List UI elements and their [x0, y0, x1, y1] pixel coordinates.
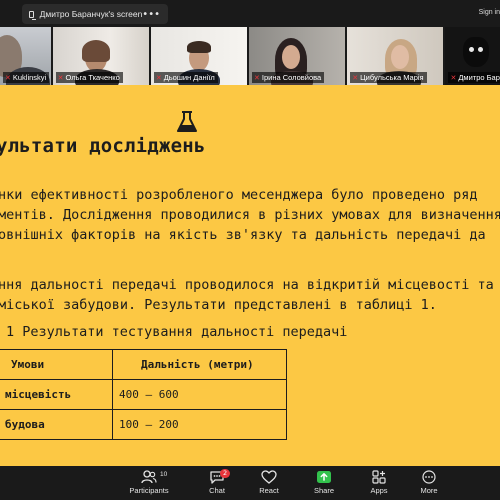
mic-muted-icon: ✕: [5, 74, 11, 82]
participants-icon: [141, 470, 157, 484]
participant-name-tag: ✕ Ірина Соловйова: [252, 72, 325, 83]
mic-muted-icon: ✕: [254, 74, 260, 82]
video-tile[interactable]: ✕ Дьошин Даніїл: [150, 27, 248, 85]
react-label: React: [259, 486, 279, 495]
video-tile[interactable]: ✕ Ольга Ткаченко: [52, 27, 149, 85]
participant-name-tag: ✕ Дьошин Даніїл: [153, 72, 218, 83]
table-row: місцевість 400 – 600: [0, 379, 287, 410]
shared-screen-slide: ультати досліджень нки ефективності розр…: [0, 85, 500, 466]
table-cell: будова: [0, 409, 113, 440]
results-table: Умови Дальність (метри) місцевість 400 –…: [0, 349, 287, 440]
apps-label: Apps: [370, 486, 388, 495]
video-tile[interactable]: ✕ Kuklinskyi: [0, 27, 51, 85]
chat-button[interactable]: 2 Chat: [187, 466, 247, 500]
table-row: будова 100 – 200: [0, 409, 287, 440]
mic-muted-icon: ✕: [352, 74, 359, 82]
sign-in-link[interactable]: Sign in: [479, 9, 500, 16]
mic-muted-icon: ✕: [450, 74, 457, 82]
share-screen-icon: [317, 471, 331, 483]
paragraph-line: ння дальності передачі проводилося на ві…: [0, 277, 494, 293]
table-header-cell: Умови: [0, 349, 113, 380]
meeting-toolbar: 10 Participants 2 Chat React Share Apps: [0, 466, 500, 500]
active-speaker-video-tile[interactable]: ✕Дмитро Баранчук: [445, 27, 500, 85]
apps-icon: [372, 470, 386, 484]
participants-button[interactable]: 10 Participants: [118, 466, 180, 500]
meeting-top-bar: Дмитро Баранчук's screen ••• Sign in: [0, 0, 500, 27]
share-label: Share: [313, 486, 334, 495]
mic-muted-icon: ✕: [57, 74, 64, 82]
participant-name-tag: ✕ Kuklinskyi: [3, 72, 50, 83]
participant-name-tag: ✕ Ольга Ткаченко: [55, 72, 123, 83]
more-label: More: [420, 486, 438, 495]
video-tile[interactable]: ✕ Ірина Соловйова: [249, 27, 346, 85]
participants-label: Participants: [129, 486, 169, 495]
slide-title: ультати досліджень: [0, 135, 206, 157]
table-cell: 100 – 200: [112, 409, 287, 440]
paragraph-line: ментів. Дослідження проводилися в різних…: [0, 207, 500, 223]
participant-name-tag: ✕ Цибульська Марія: [350, 72, 427, 83]
more-icon: [422, 470, 436, 484]
more-options-icon[interactable]: •••: [142, 9, 160, 20]
paragraph-line: овнішніх факторів на якість зв'язку та д…: [0, 227, 486, 243]
paragraph-line: міської забудови. Результати представлен…: [0, 297, 437, 313]
more-button[interactable]: More: [399, 466, 459, 500]
react-button[interactable]: React: [239, 466, 299, 500]
mic-muted-icon: ✕: [155, 74, 162, 82]
flask-icon: [177, 111, 197, 132]
screen-share-label: Дмитро Баранчук's screen: [39, 9, 143, 19]
table-header-cell: Дальність (метри): [112, 349, 287, 380]
heart-icon: [261, 470, 277, 484]
video-tile[interactable]: ✕ Цибульська Марія: [347, 27, 444, 85]
slide-paragraph: нки ефективності розробленого месенджера…: [0, 185, 500, 245]
participant-name-tag: ✕Дмитро Баранчук: [448, 72, 500, 83]
participant-video-strip: ✕ Kuklinskyi ✕ Ольга Ткаченко ✕ Дьошин Дані…: [0, 27, 500, 85]
paragraph-line: нки ефективності розробленого месенджера…: [0, 187, 478, 203]
screen-share-indicator[interactable]: Дмитро Баранчук's screen •••: [22, 4, 168, 24]
table-header-row: Умови Дальність (метри): [0, 349, 287, 380]
chat-label: Chat: [209, 486, 225, 495]
table-cell: 400 – 600: [112, 379, 287, 410]
participants-count: 10: [160, 471, 168, 478]
chat-unread-badge: 2: [220, 469, 231, 478]
share-screen-button[interactable]: Share: [294, 466, 354, 500]
table-cell: місцевість: [0, 379, 113, 410]
monitor-icon: [29, 10, 36, 20]
table-caption: 1 Результати тестування дальності переда…: [6, 324, 348, 340]
slide-paragraph: ння дальності передачі проводилося на ві…: [0, 275, 494, 315]
